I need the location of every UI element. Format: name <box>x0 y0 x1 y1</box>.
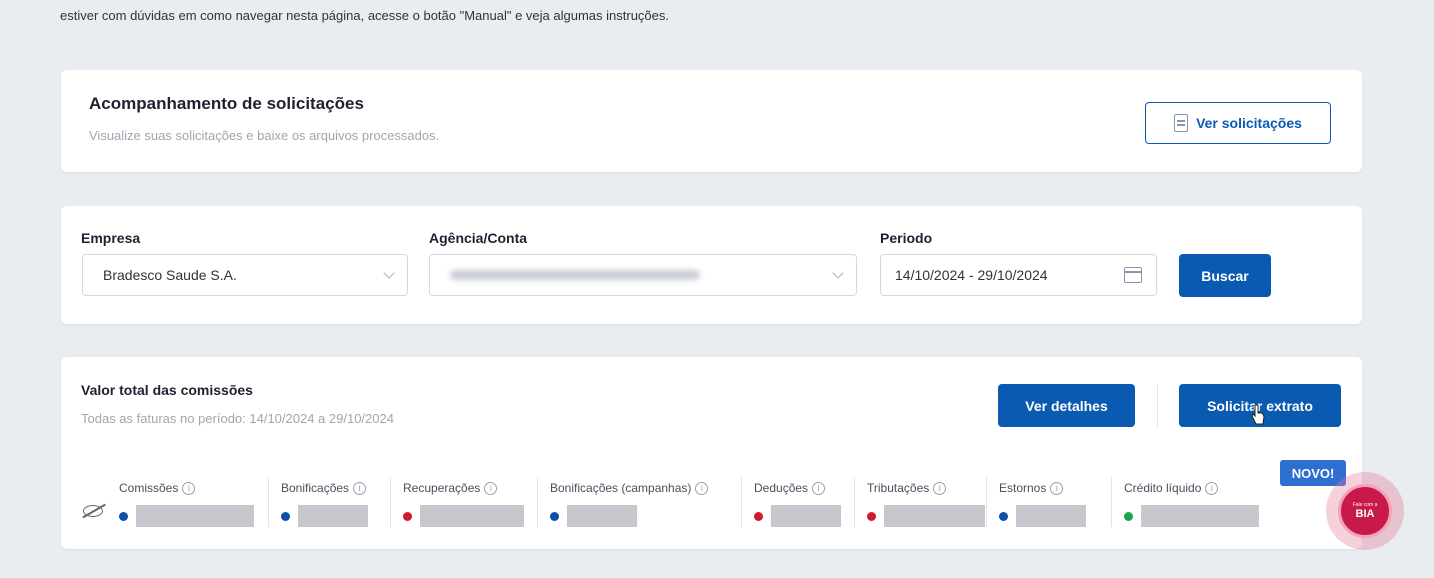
value-redacted <box>298 505 368 527</box>
value-redacted <box>1016 505 1086 527</box>
totals-card: Valor total das comissões Todas as fatur… <box>61 357 1362 549</box>
status-dot <box>403 511 412 521</box>
chevron-down-icon <box>832 267 844 279</box>
agencia-label: Agência/Conta <box>429 230 528 246</box>
metric-label: Bonificações (campanhas) <box>550 481 692 495</box>
requests-title: Acompanhamento de solicitações <box>89 94 364 113</box>
info-icon[interactable]: i <box>933 481 947 495</box>
value-redacted <box>567 505 637 527</box>
status-dot <box>119 511 128 521</box>
requests-subtitle: Visualize suas solicitações e baixe os a… <box>89 128 440 143</box>
requests-card: Acompanhamento de solicitações Visualize… <box>61 70 1362 172</box>
info-icon[interactable]: i <box>182 481 196 495</box>
metric-label: Tributações <box>867 481 930 495</box>
info-icon[interactable]: i <box>1050 481 1064 495</box>
periodo-value: 14/10/2024 - 29/10/2024 <box>895 267 1048 283</box>
new-badge: NOVO! <box>1280 460 1346 486</box>
view-details-button[interactable]: Ver detalhes <box>998 384 1135 427</box>
status-dot <box>1124 511 1133 521</box>
divider <box>741 477 742 527</box>
status-dot <box>999 511 1008 521</box>
metric-estornos: Estornos i <box>999 481 1086 527</box>
metric-comissoes: Comissões i <box>119 481 254 527</box>
metric-tributacoes: Tributações i <box>867 481 985 527</box>
status-dot <box>550 511 559 521</box>
info-icon[interactable]: i <box>695 481 709 495</box>
info-icon[interactable]: i <box>484 481 498 495</box>
eye-slash-icon[interactable] <box>83 505 103 517</box>
metric-deducoes: Deduções i <box>754 481 841 527</box>
document-icon <box>1174 114 1189 132</box>
value-redacted <box>420 505 524 527</box>
intro-text: estiver com dúvidas em como navegar nest… <box>60 8 670 23</box>
empresa-select[interactable]: Bradesco Saude S.A. <box>82 254 408 296</box>
info-icon[interactable]: i <box>812 481 826 495</box>
metric-credito-liquido: Crédito líquido i <box>1124 481 1259 527</box>
divider <box>1111 477 1112 527</box>
divider <box>986 477 987 527</box>
metric-bonificacoes: Bonificações i <box>281 481 368 527</box>
periodo-input[interactable]: 14/10/2024 - 29/10/2024 <box>880 254 1157 296</box>
status-dot <box>754 511 763 521</box>
chevron-down-icon <box>383 267 395 279</box>
empresa-value: Bradesco Saude S.A. <box>103 267 237 283</box>
divider <box>390 477 391 527</box>
calendar-icon[interactable] <box>1124 267 1142 283</box>
metric-label: Comissões <box>119 481 179 495</box>
divider <box>1157 384 1158 427</box>
metric-label: Bonificações <box>281 481 350 495</box>
metric-label: Recuperações <box>403 481 481 495</box>
view-requests-label: Ver solicitações <box>1196 115 1302 131</box>
metric-label: Crédito líquido <box>1124 481 1202 495</box>
status-dot <box>867 511 876 521</box>
agencia-value-redacted <box>450 270 700 280</box>
metric-label: Deduções <box>754 481 809 495</box>
filters-card: Empresa Bradesco Saude S.A. Agência/Cont… <box>61 206 1362 324</box>
metric-bonificacoes-campanhas: Bonificações (campanhas) i <box>550 481 709 527</box>
chat-name: BIA <box>1355 508 1375 520</box>
agencia-select[interactable] <box>429 254 857 296</box>
chat-bia-button[interactable]: Fale com a BIA <box>1326 472 1404 550</box>
totals-title: Valor total das comissões <box>81 382 253 398</box>
info-icon[interactable]: i <box>1205 481 1219 495</box>
value-redacted <box>771 505 841 527</box>
periodo-label: Periodo <box>880 230 933 246</box>
status-dot <box>281 511 290 521</box>
hand-cursor-icon <box>1251 404 1265 425</box>
value-redacted <box>884 505 985 527</box>
value-redacted <box>136 505 254 527</box>
divider <box>268 477 269 527</box>
divider <box>854 477 855 527</box>
info-icon[interactable]: i <box>353 481 367 495</box>
metric-label: Estornos <box>999 481 1047 495</box>
value-redacted <box>1141 505 1259 527</box>
divider <box>537 477 538 527</box>
search-button[interactable]: Buscar <box>1179 254 1271 297</box>
totals-subtitle: Todas as faturas no período: 14/10/2024 … <box>81 411 394 426</box>
view-requests-button[interactable]: Ver solicitações <box>1145 102 1331 144</box>
empresa-label: Empresa <box>81 230 141 246</box>
metric-recuperacoes: Recuperações i <box>403 481 524 527</box>
